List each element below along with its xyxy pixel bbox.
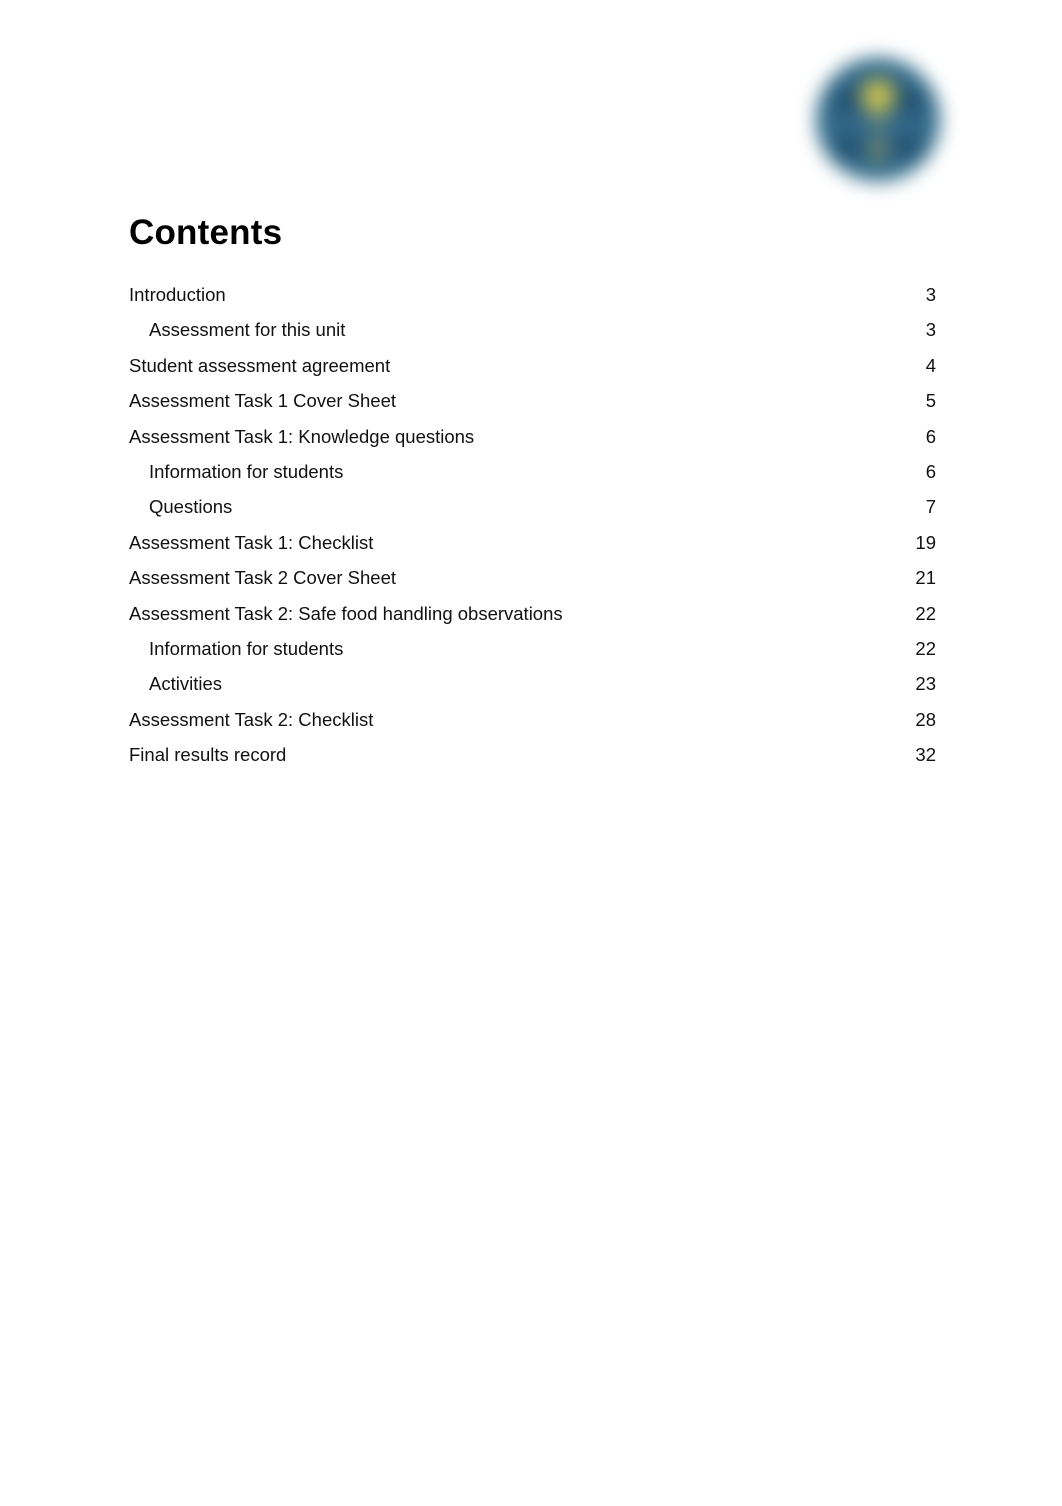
toc-entry[interactable]: Assessment Task 2: Safe food handling ob… <box>129 602 936 637</box>
toc-entry[interactable]: Student assessment agreement 4 <box>129 354 936 389</box>
toc-entry[interactable]: Information for students 6 <box>129 460 936 495</box>
logo-graphic <box>805 47 951 193</box>
toc-entry[interactable]: Assessment Task 1: Knowledge questions 6 <box>129 425 936 460</box>
toc-entry[interactable]: Questions 7 <box>129 495 936 530</box>
toc-entry-label: Student assessment agreement <box>129 354 391 376</box>
toc-entry-label: Questions <box>149 496 233 518</box>
toc-entry-page: 32 <box>915 744 936 766</box>
toc-entry-page: 6 <box>925 460 936 482</box>
toc-entry-label: Activities <box>149 673 222 695</box>
toc-entry-page: 22 <box>915 602 936 624</box>
toc-entry[interactable]: Assessment Task 1: Checklist 19 <box>129 531 936 566</box>
toc-entry-page: 22 <box>915 637 936 659</box>
toc-entry-page: 3 <box>925 284 936 305</box>
toc-entry-page: 23 <box>915 673 936 695</box>
toc-entry-page: 21 <box>915 567 936 589</box>
toc-entry-label: Assessment Task 1: Checklist <box>129 531 374 553</box>
toc-entry[interactable]: Assessment for this unit 3 <box>129 318 936 353</box>
document-page: Contents Introduction 3 Assessment for t… <box>0 0 1062 1506</box>
toc-entry-page: 5 <box>925 390 936 412</box>
toc-entry[interactable]: Assessment Task 1 Cover Sheet 5 <box>129 389 936 424</box>
toc-entry-page: 19 <box>915 531 936 553</box>
toc-entry-label: Assessment Task 2: Checklist <box>129 708 374 730</box>
toc-entry-label: Assessment Task 2 Cover Sheet <box>129 567 397 589</box>
toc-entry-label: Assessment Task 2: Safe food handling ob… <box>129 602 563 624</box>
toc-entry-label: Introduction <box>129 284 226 305</box>
toc-entry[interactable]: Assessment Task 2 Cover Sheet 21 <box>129 566 936 601</box>
toc-entry[interactable]: Assessment Task 2: Checklist 28 <box>129 708 936 743</box>
toc-entry[interactable]: Introduction 3 <box>129 283 936 318</box>
toc-entry[interactable]: Information for students 22 <box>129 637 936 672</box>
toc-entry-page: 28 <box>915 708 936 730</box>
page-title: Contents <box>129 213 283 252</box>
toc-entry-page: 4 <box>925 354 936 376</box>
toc-entry-page: 7 <box>925 496 936 518</box>
toc-entry-label: Assessment Task 1 Cover Sheet <box>129 390 397 412</box>
toc-entry-label: Information for students <box>149 460 344 482</box>
toc-entry-label: Final results record <box>129 744 287 766</box>
toc-entry-page: 6 <box>925 425 936 447</box>
organisation-logo <box>805 47 951 193</box>
table-of-contents: Introduction 3 Assessment for this unit … <box>129 283 936 778</box>
toc-entry[interactable]: Final results record 32 <box>129 743 936 778</box>
toc-entry[interactable]: Activities 23 <box>129 672 936 707</box>
toc-entry-page: 3 <box>925 319 936 341</box>
toc-entry-label: Information for students <box>149 637 344 659</box>
toc-entry-label: Assessment Task 1: Knowledge questions <box>129 425 475 447</box>
toc-entry-label: Assessment for this unit <box>149 319 346 341</box>
